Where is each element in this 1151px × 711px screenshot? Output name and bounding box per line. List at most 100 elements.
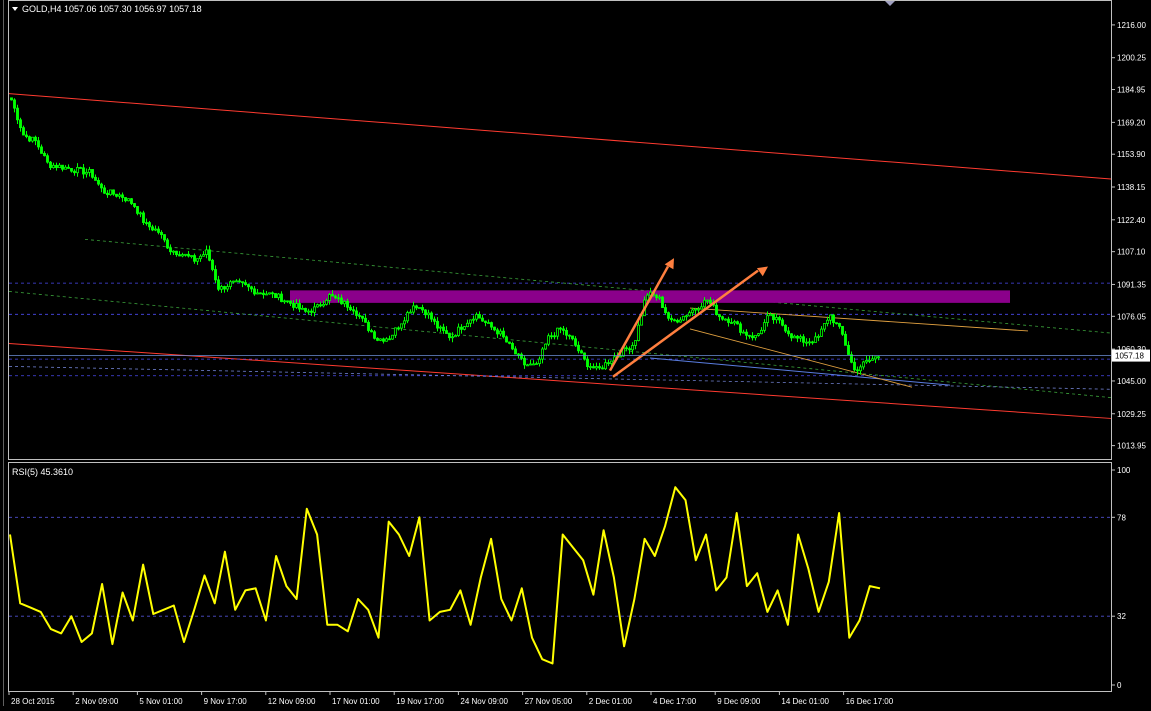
candle xyxy=(433,316,436,325)
candle xyxy=(544,343,547,350)
candle xyxy=(235,279,238,283)
candle xyxy=(523,355,526,369)
candle xyxy=(718,314,721,321)
candle xyxy=(868,356,871,364)
candle xyxy=(31,136,34,143)
candle xyxy=(475,312,478,322)
chart-window[interactable]: 1216.00 1200.25 1184.95 1169.20 1153.90 1138.… xyxy=(0,0,1151,706)
candle xyxy=(736,320,739,325)
candle xyxy=(250,285,253,293)
candle xyxy=(688,310,691,317)
arrow-line[interactable] xyxy=(608,265,670,372)
candle xyxy=(508,341,511,345)
candle xyxy=(400,323,403,331)
shift-marker-icon[interactable] xyxy=(885,1,895,6)
candle xyxy=(103,185,106,194)
candle xyxy=(535,361,538,366)
candle xyxy=(694,307,697,315)
candle xyxy=(403,316,406,329)
menu-triangle-icon[interactable] xyxy=(12,7,18,11)
candle xyxy=(25,130,28,139)
candle xyxy=(253,285,256,296)
candle xyxy=(361,315,364,322)
candle xyxy=(43,151,46,157)
price-axis: 1216.00 1200.25 1184.95 1169.20 1153.90 1138.… xyxy=(9,21,1150,451)
candle xyxy=(514,346,517,355)
candle xyxy=(46,153,49,164)
candle xyxy=(229,280,232,290)
arrowhead-icon xyxy=(756,266,768,277)
candle xyxy=(751,332,754,341)
candle xyxy=(682,315,685,321)
candle xyxy=(163,234,166,243)
candle xyxy=(139,211,142,218)
time-tick-label: 14 Dec 01:00 xyxy=(781,697,829,706)
candle xyxy=(148,220,151,231)
candle xyxy=(820,326,823,337)
candle xyxy=(553,332,556,340)
time-tick-label: 24 Nov 09:00 xyxy=(460,697,508,706)
candle xyxy=(757,333,760,337)
price-tick-label: 1169.20 xyxy=(1117,118,1146,127)
rsi-tick-label: 0 xyxy=(1117,681,1122,690)
candle xyxy=(28,135,31,143)
price-tick-label: 1107.10 xyxy=(1117,248,1146,257)
candle xyxy=(436,317,439,332)
candle xyxy=(61,164,64,172)
candle xyxy=(220,284,223,293)
candle xyxy=(733,319,736,326)
candle xyxy=(592,363,595,369)
candle xyxy=(391,334,394,340)
support-dashed-line[interactable] xyxy=(8,365,1112,390)
candle xyxy=(91,169,94,179)
candle xyxy=(241,281,244,288)
candle xyxy=(394,327,397,338)
candle xyxy=(160,230,163,239)
candle xyxy=(547,333,550,347)
time-tick-label: 12 Nov 09:00 xyxy=(268,697,316,706)
candle xyxy=(73,169,76,176)
candle xyxy=(67,164,70,169)
candle xyxy=(310,308,313,316)
candle xyxy=(142,210,145,225)
channel-upper-line[interactable] xyxy=(8,93,1112,180)
candle xyxy=(214,265,217,284)
candle xyxy=(13,98,16,113)
candle xyxy=(772,313,775,324)
candle xyxy=(865,355,868,364)
chart-canvas[interactable]: 1216.00 1200.25 1184.95 1169.20 1153.90 1138.… xyxy=(0,0,1151,706)
candle xyxy=(358,312,361,319)
candle xyxy=(376,337,379,342)
candle xyxy=(454,334,457,338)
candle xyxy=(127,198,130,202)
candle xyxy=(238,278,241,283)
candle xyxy=(121,192,124,202)
candle xyxy=(823,323,826,332)
candle xyxy=(94,174,97,181)
channel-lower-line[interactable] xyxy=(8,342,1112,419)
trend-dashed-upper[interactable] xyxy=(84,238,1112,334)
candle xyxy=(628,346,631,355)
candle xyxy=(817,334,820,342)
candle xyxy=(301,305,304,310)
candle xyxy=(460,324,463,334)
time-tick-label: 19 Nov 17:00 xyxy=(396,697,444,706)
candle xyxy=(472,315,475,324)
support-segment[interactable] xyxy=(649,357,951,386)
candle xyxy=(151,224,154,232)
main-chart-title: GOLD,H4 1057.06 1057.30 1056.97 1057.18 xyxy=(22,4,202,14)
candle xyxy=(79,166,82,169)
candle xyxy=(256,289,259,295)
candle xyxy=(193,253,196,264)
candle xyxy=(277,293,280,301)
candle xyxy=(82,163,85,179)
candle xyxy=(49,161,52,171)
time-axis: 28 Oct 2015 2 Nov 09:00 5 Nov 01:00 9 Nov 1… xyxy=(8,691,894,706)
candle xyxy=(670,315,673,323)
candle xyxy=(109,189,112,196)
candle xyxy=(763,319,766,333)
candle xyxy=(862,360,865,370)
trend-dashed-lower[interactable] xyxy=(8,291,1112,399)
candle xyxy=(505,335,508,343)
candle xyxy=(166,238,169,250)
